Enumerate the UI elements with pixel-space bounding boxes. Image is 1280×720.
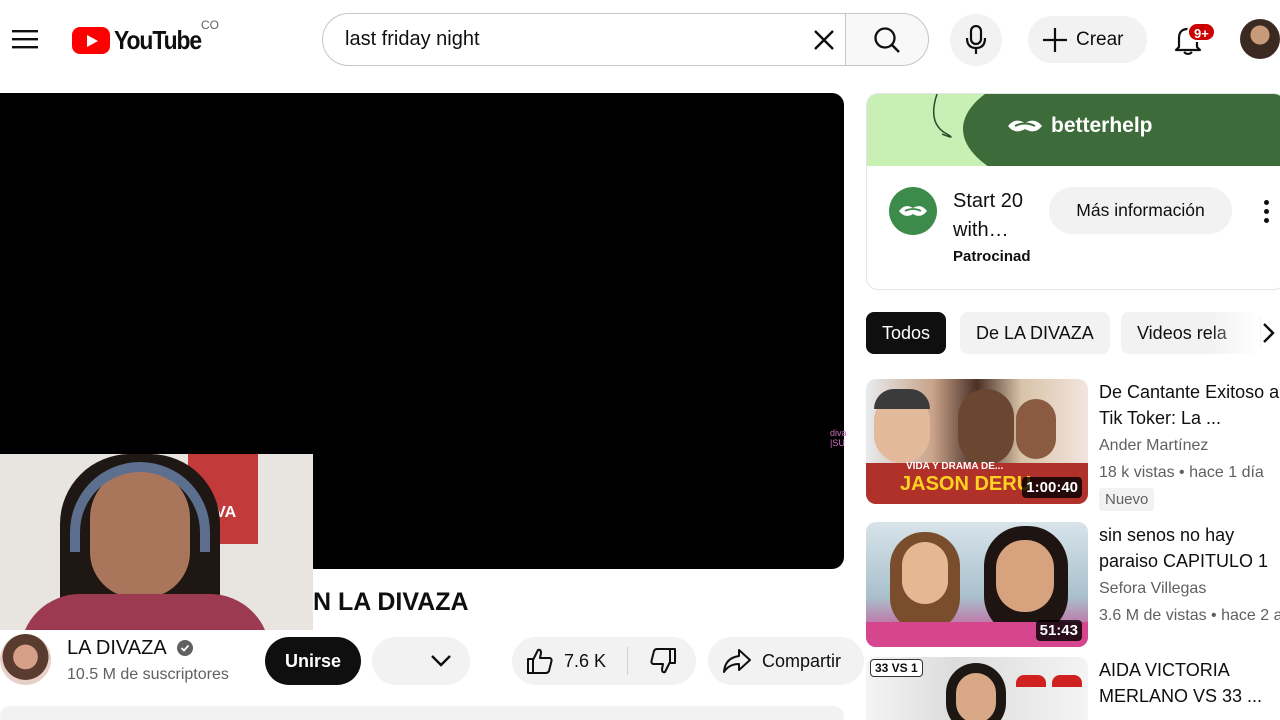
search-input[interactable] <box>345 14 795 65</box>
sponsored-label: Patrocinad <box>953 248 1031 265</box>
subscriber-count: 10.5 M de suscriptores <box>67 666 229 683</box>
more-options-icon[interactable] <box>1251 194 1280 228</box>
channel-avatar[interactable] <box>0 634 51 685</box>
related-video-meta: 18 k vistas • hace 1 día <box>1099 464 1264 481</box>
ad-card[interactable]: betterhelp Start 20 with… Patrocinad Más… <box>866 93 1280 290</box>
thumbnail-caption: 33 VS 1 <box>870 659 923 677</box>
microphone-icon <box>965 25 987 54</box>
related-video-meta: 3.6 M de vistas • hace 2 a <box>1099 607 1280 624</box>
description-box[interactable] <box>0 706 844 720</box>
like-count: 7.6 K <box>564 650 607 671</box>
video-duration: 51:43 <box>1035 620 1082 641</box>
clear-search-icon[interactable] <box>804 20 844 60</box>
ad-banner[interactable]: betterhelp <box>867 94 1280 166</box>
chip-de-la-divaza[interactable]: De LA DIVAZA <box>960 312 1110 354</box>
search-button[interactable] <box>845 13 929 66</box>
thumbnail-caption: VIDA Y DRAMA DE... <box>906 461 1004 472</box>
join-button[interactable]: Unirse <box>265 637 361 685</box>
create-button[interactable]: Crear <box>1028 16 1147 63</box>
chevron-right-icon[interactable] <box>1254 316 1280 350</box>
chevron-down-icon <box>431 655 451 667</box>
related-video-2[interactable]: 51:43 sin senos no hay paraiso CAPITULO … <box>866 522 1280 647</box>
thumbnail-title: JASON DERU <box>900 473 1032 495</box>
related-video-title[interactable]: sin senos no hay paraiso CAPITULO 1 <box>1099 522 1280 574</box>
video-thumbnail[interactable]: 51:43 <box>866 522 1088 647</box>
voice-search-button[interactable] <box>950 14 1002 66</box>
thumbs-down-icon <box>650 648 676 674</box>
share-label: Compartir <box>762 650 842 671</box>
related-video-title[interactable]: AIDA VICTORIA MERLANO VS 33 ... <box>1099 657 1280 709</box>
country-code: CO <box>201 18 219 32</box>
ad-more-info-button[interactable]: Más información <box>1049 187 1232 234</box>
menu-icon[interactable] <box>4 18 46 60</box>
related-video-title[interactable]: De Cantante Exitoso a Tik Toker: La ... <box>1099 379 1280 431</box>
related-channel-name[interactable]: Ander Martínez <box>1099 437 1208 455</box>
dislike-button[interactable] <box>630 637 696 685</box>
related-channel-name[interactable]: Sefora Villegas <box>1099 580 1206 598</box>
ad-brand-name: betterhelp <box>1051 114 1153 137</box>
search-icon <box>874 26 900 53</box>
new-badge: Nuevo <box>1099 488 1155 511</box>
video-duration: 1:00:40 <box>1022 477 1082 498</box>
create-label: Crear <box>1076 28 1124 50</box>
like-button[interactable]: 7.6 K <box>512 637 626 685</box>
plus-icon <box>1043 27 1067 52</box>
video-thumbnail[interactable]: 33 VS 1 <box>866 657 1088 720</box>
related-video-1[interactable]: VIDA Y DRAMA DE... JASON DERU 1:00:40 De… <box>866 379 1280 511</box>
watermark-line-1: diva <box>830 428 847 438</box>
related-video-3[interactable]: 33 VS 1 AIDA VICTORIA MERLANO VS 33 ... <box>866 657 1280 720</box>
player-watermark: diva |SU <box>830 428 847 448</box>
betterhelp-logo-icon <box>899 206 927 216</box>
webcam-overlay: ISVA <box>0 454 313 630</box>
share-button[interactable]: Compartir <box>708 637 864 685</box>
ad-brand: betterhelp <box>1005 114 1153 138</box>
search-box <box>322 13 846 66</box>
verified-icon <box>177 640 193 656</box>
like-dislike-group: 7.6 K <box>512 637 696 685</box>
ad-headline: Start 20 with… <box>953 190 1024 241</box>
thumbs-up-icon <box>527 648 553 674</box>
watermark-line-2: |SU <box>830 438 845 448</box>
betterhelp-leaf-icon <box>1008 120 1042 132</box>
advertiser-logo[interactable] <box>889 187 937 235</box>
logo-text: YouTube <box>114 24 202 55</box>
account-avatar[interactable] <box>1240 19 1280 59</box>
youtube-play-icon <box>72 26 110 54</box>
notification-badge: 9+ <box>1187 22 1216 42</box>
youtube-logo[interactable]: YouTube <box>72 24 213 56</box>
divider <box>627 647 628 675</box>
video-title: N LA DIVAZA <box>313 588 469 616</box>
chip-todos[interactable]: Todos <box>866 312 947 354</box>
subscription-dropdown[interactable] <box>372 637 470 685</box>
channel-name[interactable]: LA DIVAZA <box>67 637 167 660</box>
video-thumbnail[interactable]: VIDA Y DRAMA DE... JASON DERU 1:00:40 <box>866 379 1088 504</box>
share-icon <box>723 649 751 673</box>
